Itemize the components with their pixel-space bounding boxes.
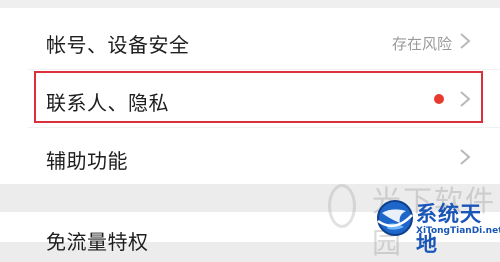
row-label: 免流量特权	[46, 230, 149, 254]
top-spacer	[0, 0, 500, 8]
watermark-logo-icon	[328, 184, 356, 228]
settings-row-account-security[interactable]: 帐号、设备安全 存在风险	[0, 12, 500, 70]
row-label: 帐号、设备安全	[46, 33, 190, 57]
globe-logo-icon	[376, 199, 414, 237]
watermark-badge: 系统天地 XiTongTianDi.net	[376, 196, 500, 256]
chevron-right-icon	[458, 32, 472, 50]
highlight-box	[34, 71, 483, 123]
chevron-right-icon	[458, 148, 472, 166]
badge-url: XiTongTianDi.net	[416, 226, 500, 236]
row-label: 辅助功能	[46, 149, 128, 173]
risk-status-text: 存在风险	[391, 35, 452, 53]
